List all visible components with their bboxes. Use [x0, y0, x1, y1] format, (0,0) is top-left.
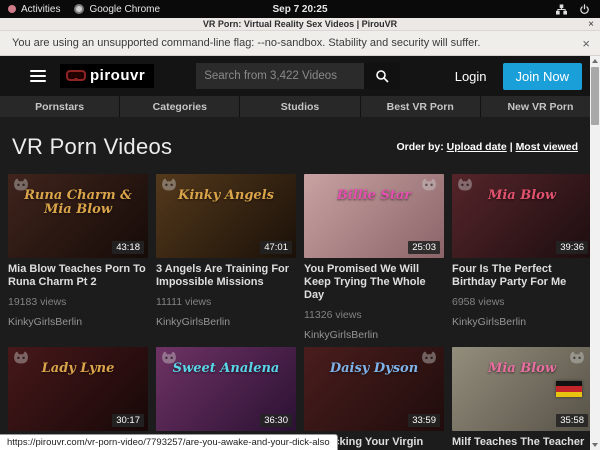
activities-label: Activities	[21, 4, 60, 15]
search-bar	[196, 63, 400, 89]
video-grid: Runa Charm & Mia Blow 43:18 Mia Blow Tea…	[0, 174, 600, 450]
video-thumbnail[interactable]: Sweet Analena 36:30	[156, 347, 296, 431]
video-views: 6958 views	[452, 296, 592, 308]
video-studio-link[interactable]: KinkyGirlsBerlin	[8, 316, 148, 328]
order-by-upload-date-link[interactable]: Upload date	[447, 141, 507, 153]
site-header: pirouvr Login Join Now	[0, 56, 600, 96]
video-card[interactable]: Runa Charm & Mia Blow 43:18 Mia Blow Tea…	[8, 174, 148, 341]
main-nav: Pornstars Categories Studios Best VR Por…	[0, 96, 600, 117]
video-duration-badge: 43:18	[112, 241, 144, 254]
video-studio-link[interactable]: KinkyGirlsBerlin	[156, 316, 296, 328]
video-thumbnail[interactable]: Kinky Angels 47:01	[156, 174, 296, 258]
power-icon[interactable]	[579, 4, 590, 15]
order-by-label: Order by:	[396, 141, 443, 153]
chrome-infobar: You are using an unsupported command-lin…	[0, 31, 600, 56]
screen: Activities Google Chrome Sep 7 20:25 VR …	[0, 0, 600, 450]
nav-item-pornstars[interactable]: Pornstars	[0, 96, 119, 117]
video-duration-badge: 30:17	[112, 414, 144, 427]
system-clock[interactable]: Sep 7 20:25	[272, 4, 327, 15]
video-card[interactable]: Billie Star 25:03 You Promised We Will K…	[304, 174, 444, 341]
video-duration-badge: 35:58	[556, 414, 588, 427]
link-preview-status-bar: https://pirouvr.com/vr-porn-video/779325…	[0, 434, 338, 450]
login-link[interactable]: Login	[455, 69, 487, 84]
video-thumbnail[interactable]: Runa Charm & Mia Blow 43:18	[8, 174, 148, 258]
video-card[interactable]: Mia Blow 35:58 Milf Teaches The Teacher …	[452, 347, 592, 450]
infobar-close-icon[interactable]: ×	[582, 36, 590, 51]
video-card[interactable]: Kinky Angels 47:01 3 Angels Are Training…	[156, 174, 296, 341]
video-duration-badge: 36:30	[260, 414, 292, 427]
video-duration-badge: 33:59	[408, 414, 440, 427]
video-thumbnail[interactable]: Billie Star 25:03	[304, 174, 444, 258]
search-icon	[375, 69, 389, 83]
site-logo[interactable]: pirouvr	[60, 64, 154, 88]
video-title[interactable]: Four Is The Perfect Birthday Party For M…	[452, 263, 592, 289]
system-top-bar: Activities Google Chrome Sep 7 20:25	[0, 0, 600, 18]
thumbnail-overlay-text: Billie Star	[304, 189, 444, 203]
video-views: 11326 views	[304, 309, 444, 321]
site-logo-text: pirouvr	[90, 67, 145, 84]
video-duration-badge: 25:03	[408, 241, 440, 254]
thumbnail-overlay-text: Mia Blow	[452, 362, 592, 376]
page-scrollbar[interactable]	[590, 56, 600, 450]
chrome-icon	[74, 4, 84, 14]
page-title: VR Porn Videos	[12, 134, 172, 160]
thumbnail-overlay-text: Kinky Angels	[156, 189, 296, 203]
nav-item-best-vr-porn[interactable]: Best VR Porn	[360, 96, 480, 117]
order-by-controls: Order by: Upload date | Most viewed	[396, 141, 578, 153]
scrollbar-up-arrow-icon[interactable]	[590, 56, 600, 66]
infobar-message: You are using an unsupported command-lin…	[0, 37, 480, 49]
window-close-icon[interactable]: ×	[588, 18, 594, 31]
nav-item-new-vr-porn[interactable]: New VR Porn	[480, 96, 600, 117]
order-by-separator: |	[510, 141, 513, 153]
scrollbar-thumb[interactable]	[591, 67, 599, 125]
browser-viewport: pirouvr Login Join Now Pornstars Categor…	[0, 56, 600, 450]
chrome-app-label: Google Chrome	[89, 4, 160, 15]
video-thumbnail[interactable]: Lady Lyne 30:17	[8, 347, 148, 431]
window-title: VR Porn: Virtual Reality Sex Videos | Pi…	[203, 19, 397, 29]
video-studio-link[interactable]: KinkyGirlsBerlin	[304, 329, 444, 341]
activities-button[interactable]: Activities	[8, 4, 60, 15]
vr-goggles-icon	[66, 70, 86, 81]
page-heading-row: VR Porn Videos Order by: Upload date | M…	[0, 117, 600, 174]
video-thumbnail[interactable]: Daisy Dyson 33:59	[304, 347, 444, 431]
hamburger-menu-icon[interactable]	[30, 70, 46, 82]
activities-dot-icon	[8, 5, 16, 13]
thumbnail-overlay-text: Lady Lyne	[8, 362, 148, 376]
video-duration-badge: 47:01	[260, 241, 292, 254]
video-thumbnail[interactable]: Mia Blow 35:58	[452, 347, 592, 431]
german-flag-decoration	[556, 381, 582, 397]
scrollbar-down-arrow-icon[interactable]	[590, 440, 600, 450]
video-views: 11111 views	[156, 296, 296, 308]
chrome-app-indicator[interactable]: Google Chrome	[74, 4, 160, 15]
search-button[interactable]	[364, 63, 400, 89]
window-title-bar: VR Porn: Virtual Reality Sex Videos | Pi…	[0, 18, 600, 31]
join-now-button[interactable]: Join Now	[503, 63, 582, 90]
video-duration-badge: 39:36	[556, 241, 588, 254]
thumbnail-overlay-text: Runa Charm & Mia Blow	[8, 189, 148, 217]
video-title[interactable]: 3 Angels Are Training For Impossible Mis…	[156, 263, 296, 289]
video-title[interactable]: Mia Blow Teaches Porn To Runa Charm Pt 2	[8, 263, 148, 289]
video-title[interactable]: Milf Teaches The Teacher Some Practical …	[452, 436, 592, 450]
nav-item-studios[interactable]: Studios	[239, 96, 359, 117]
order-by-most-viewed-link[interactable]: Most viewed	[516, 141, 578, 153]
video-thumbnail[interactable]: Mia Blow 39:36	[452, 174, 592, 258]
video-card[interactable]: Mia Blow 39:36 Four Is The Perfect Birth…	[452, 174, 592, 341]
thumbnail-overlay-text: Sweet Analena	[156, 362, 296, 376]
thumbnail-overlay-text: Mia Blow	[452, 189, 592, 203]
nav-item-categories[interactable]: Categories	[119, 96, 239, 117]
thumbnail-overlay-text: Daisy Dyson	[304, 362, 444, 376]
network-tree-icon[interactable]	[556, 4, 567, 15]
video-title[interactable]: You Promised We Will Keep Trying The Who…	[304, 263, 444, 302]
video-studio-link[interactable]: KinkyGirlsBerlin	[452, 316, 592, 328]
search-input[interactable]	[196, 63, 364, 89]
video-views: 19183 views	[8, 296, 148, 308]
